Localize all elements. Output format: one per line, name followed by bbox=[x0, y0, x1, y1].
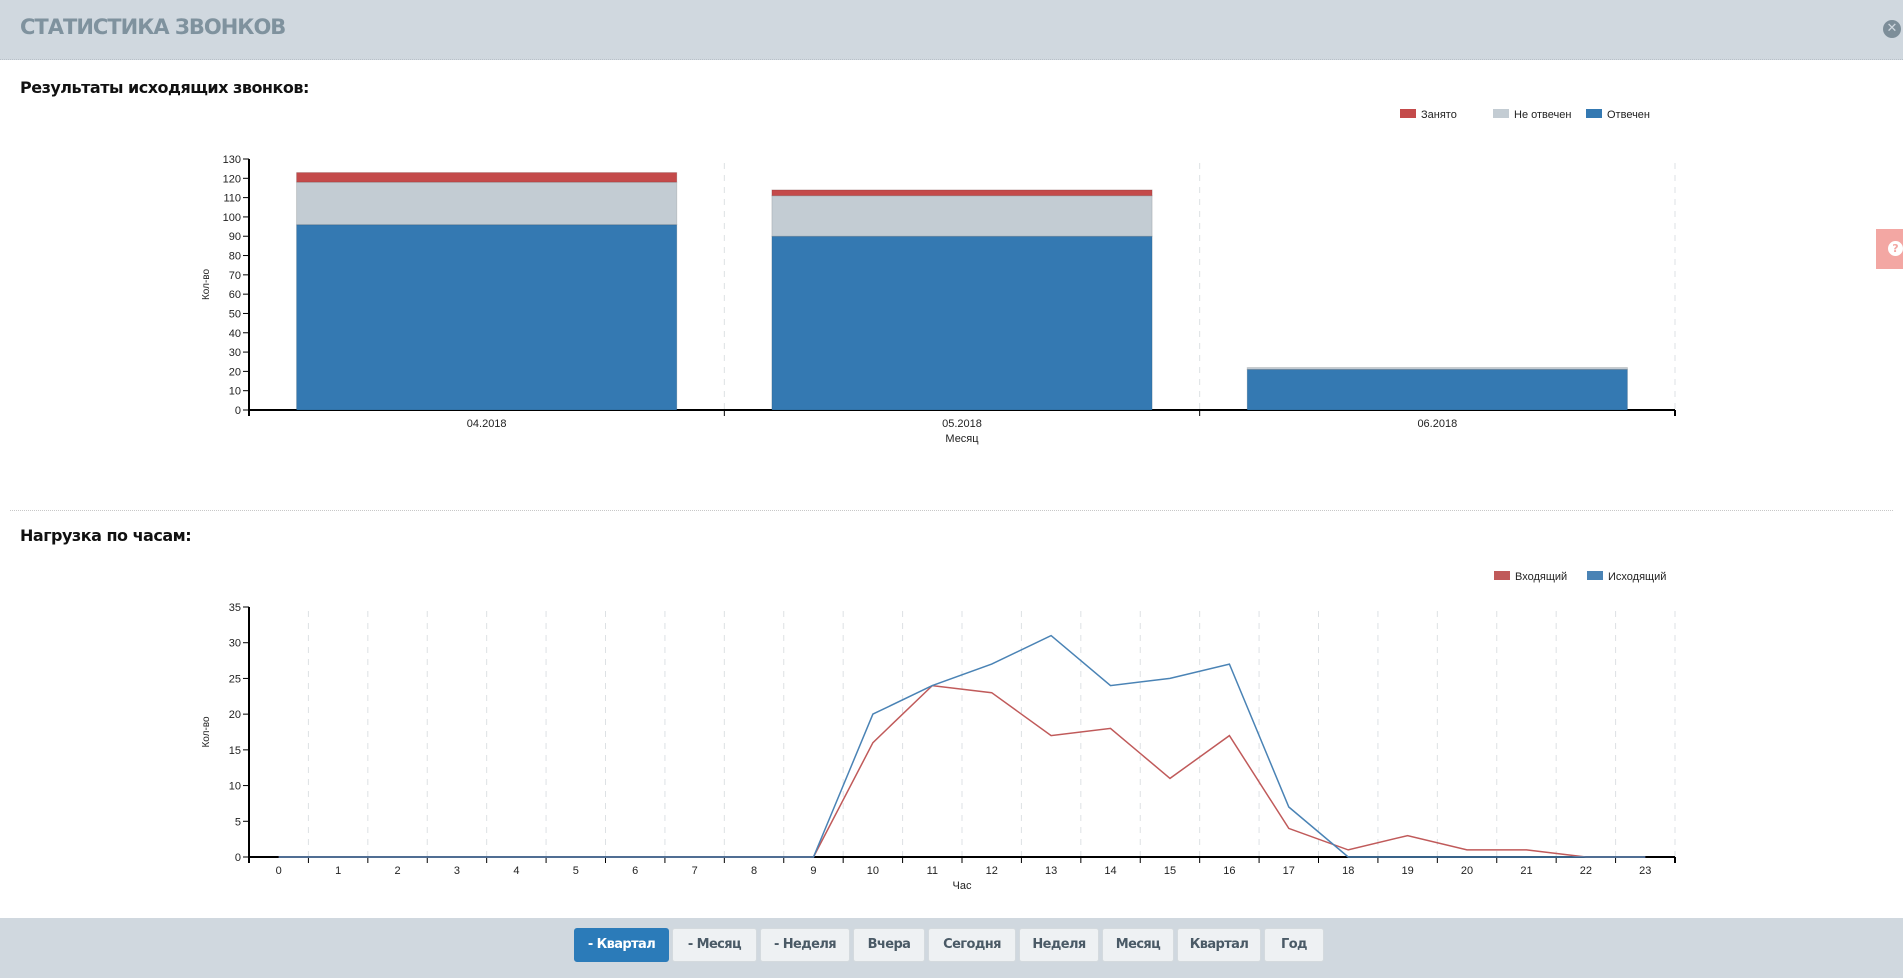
x-tick-label: 1 bbox=[335, 865, 341, 877]
x-tick-label: 15 bbox=[1164, 865, 1176, 877]
period-button[interactable]: Сегодня bbox=[928, 928, 1016, 962]
y-tick-label: 0 bbox=[235, 852, 241, 864]
help-tab[interactable]: ? bbox=[1876, 229, 1903, 269]
y-tick-label: 90 bbox=[229, 231, 241, 243]
outgoing-results-chart: 0 10 20 30 40 50 60 70 80 90 100 110 120 130 04.2018 05… bbox=[201, 109, 1676, 445]
hourly-load-title: Нагрузка по часам: bbox=[20, 526, 192, 545]
legend-label: Не отвечен bbox=[1514, 109, 1571, 121]
x-tick-label: 23 bbox=[1639, 865, 1651, 877]
y-tick-label: 15 bbox=[229, 745, 241, 757]
bar-segment-Не отвечен bbox=[771, 195, 1153, 237]
x-tick-label: 04.2018 bbox=[467, 418, 507, 430]
y-axis-label: Кол-во bbox=[201, 716, 212, 748]
period-button[interactable]: Неделя bbox=[1019, 928, 1099, 962]
x-tick-label: 4 bbox=[513, 865, 519, 877]
x-tick-label: 20 bbox=[1461, 865, 1473, 877]
close-icon[interactable]: ✕ bbox=[1883, 20, 1901, 38]
question-icon: ? bbox=[1888, 241, 1903, 256]
period-button[interactable]: - Квартал bbox=[574, 928, 669, 962]
period-button[interactable]: Месяц bbox=[1102, 928, 1174, 962]
y-tick-label: 25 bbox=[229, 673, 241, 685]
x-tick-label: 12 bbox=[986, 865, 998, 877]
header: СТАТИСТИКА ЗВОНКОВ ✕ bbox=[0, 0, 1903, 60]
bar-segment-Отвечен bbox=[296, 224, 678, 411]
y-tick-label: 50 bbox=[229, 308, 241, 320]
legend-swatch bbox=[1494, 571, 1510, 580]
x-tick-label: 5 bbox=[573, 865, 579, 877]
x-tick-label: 22 bbox=[1580, 865, 1592, 877]
y-tick-label: 20 bbox=[229, 709, 241, 721]
y-tick-label: 60 bbox=[229, 289, 241, 301]
x-tick-label: 18 bbox=[1342, 865, 1354, 877]
y-tick-label: 100 bbox=[223, 212, 241, 224]
x-tick-label: 13 bbox=[1045, 865, 1057, 877]
legend-label: Исходящий bbox=[1608, 571, 1666, 583]
x-tick-label: 8 bbox=[751, 865, 757, 877]
x-tick-label: 14 bbox=[1104, 865, 1116, 877]
legend-swatch bbox=[1587, 571, 1603, 580]
x-tick-label: 6 bbox=[632, 865, 638, 877]
y-tick-label: 5 bbox=[235, 816, 241, 828]
x-axis-label: Час bbox=[953, 880, 972, 892]
y-tick-label: 35 bbox=[229, 602, 241, 614]
x-tick-label: 16 bbox=[1223, 865, 1235, 877]
y-tick-label: 40 bbox=[229, 328, 241, 340]
bar-segment-Занято bbox=[771, 189, 1153, 197]
y-tick-label: 80 bbox=[229, 251, 241, 263]
x-tick-label: 19 bbox=[1402, 865, 1414, 877]
x-tick-label: 2 bbox=[394, 865, 400, 877]
y-tick-label: 130 bbox=[223, 154, 241, 166]
legend-label: Занято bbox=[1421, 109, 1457, 121]
y-axis-label: Кол-во bbox=[201, 269, 212, 301]
section-divider bbox=[10, 510, 1893, 511]
page-title: СТАТИСТИКА ЗВОНКОВ bbox=[20, 15, 286, 39]
legend-label: Отвечен bbox=[1607, 109, 1650, 121]
hourly-load-chart: 051015202530350 1 2 3 4 5 6 7 8 9 10 11 12 13 14 15 16 17… bbox=[201, 571, 1676, 892]
legend-swatch bbox=[1400, 109, 1416, 118]
bar-segment-Отвечен bbox=[1246, 368, 1628, 411]
period-buttons: - Квартал - Месяц - Неделя Вчера Сегодня Неде… bbox=[574, 928, 1324, 962]
period-button[interactable]: - Месяц bbox=[672, 928, 757, 962]
bar-segment-Не отвечен bbox=[1246, 367, 1628, 370]
period-button[interactable]: Квартал bbox=[1177, 928, 1261, 962]
y-tick-label: 10 bbox=[229, 781, 241, 793]
period-button[interactable]: Вчера bbox=[853, 928, 925, 962]
y-tick-label: 70 bbox=[229, 270, 241, 282]
bar-segment-Занято bbox=[296, 172, 678, 183]
legend-swatch bbox=[1586, 109, 1602, 118]
legend-swatch bbox=[1493, 109, 1509, 118]
x-tick-label: 7 bbox=[692, 865, 698, 877]
x-tick-label: 17 bbox=[1283, 865, 1295, 877]
bar-segment-Не отвечен bbox=[296, 181, 678, 226]
y-tick-label: 10 bbox=[229, 386, 241, 398]
x-tick-label: 9 bbox=[810, 865, 816, 877]
bar-segment-Отвечен bbox=[771, 235, 1153, 411]
x-axis-label: Месяц bbox=[945, 433, 979, 445]
period-button[interactable]: Год bbox=[1264, 928, 1324, 962]
y-tick-label: 30 bbox=[229, 638, 241, 650]
y-tick-label: 30 bbox=[229, 347, 241, 359]
x-tick-label: 11 bbox=[927, 865, 938, 877]
y-tick-label: 20 bbox=[229, 366, 241, 378]
legend-label: Входящий bbox=[1515, 571, 1567, 583]
x-tick-label: 3 bbox=[454, 865, 460, 877]
y-tick-label: 120 bbox=[223, 173, 241, 185]
x-tick-label: 05.2018 bbox=[942, 418, 982, 430]
x-tick-label: 21 bbox=[1520, 865, 1532, 877]
x-tick-label: 0 bbox=[276, 865, 282, 877]
outgoing-results-title: Результаты исходящих звонков: bbox=[20, 78, 309, 97]
y-tick-label: 110 bbox=[223, 193, 241, 205]
x-tick-label: 10 bbox=[867, 865, 879, 877]
period-button[interactable]: - Неделя bbox=[760, 928, 850, 962]
y-tick-label: 0 bbox=[235, 405, 241, 417]
x-tick-label: 06.2018 bbox=[1417, 418, 1457, 430]
